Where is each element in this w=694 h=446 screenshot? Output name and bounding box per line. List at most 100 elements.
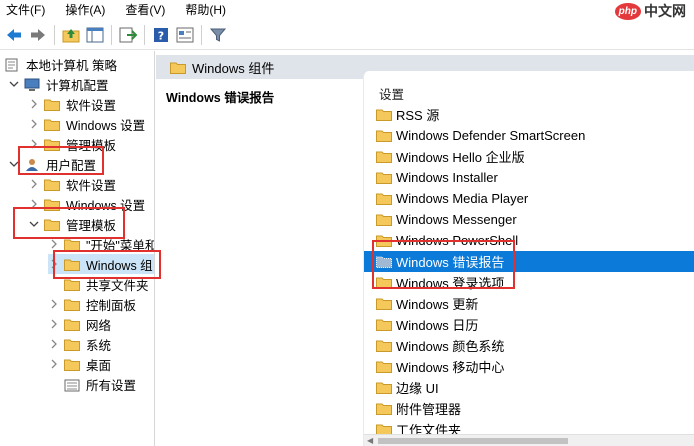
tree-item[interactable]: 本地计算机 策略: [4, 54, 117, 74]
column-header-setting[interactable]: 设置: [379, 84, 404, 103]
folder-icon: [64, 278, 80, 291]
folder-icon: [376, 213, 392, 226]
highlight-windows-error-reporting: [372, 240, 515, 289]
tree-item-label: 软件设置: [66, 178, 117, 193]
folder-icon: [170, 61, 186, 74]
list-item-label: Windows Installer: [396, 170, 498, 185]
menu-bar: 文件(F) 操作(A) 查看(V) 帮助(H) php 中文网: [0, 0, 694, 20]
chevron-right-icon[interactable]: [48, 338, 60, 350]
toolbar: ?: [0, 20, 694, 50]
export-list-icon[interactable]: [118, 25, 138, 45]
tree-item[interactable]: 所有设置: [48, 374, 136, 394]
computer-icon: [24, 78, 40, 91]
tree-item-label: 系统: [86, 338, 112, 353]
chevron-down-icon[interactable]: [8, 78, 20, 90]
tree-item[interactable]: 计算机配置: [8, 74, 109, 94]
menu-file[interactable]: 文件(F): [6, 0, 45, 20]
chevron-right-icon[interactable]: [28, 178, 40, 190]
forward-arrow-icon[interactable]: [28, 25, 48, 45]
menu-view[interactable]: 查看(V): [125, 0, 165, 20]
highlight-user-config: [18, 146, 104, 175]
chevron-right-icon[interactable]: [48, 238, 60, 250]
tree-item-label: Windows 设置: [66, 118, 146, 133]
logo-text: 中文网: [644, 3, 686, 19]
folder-icon: [376, 297, 392, 310]
scrollbar-thumb[interactable]: [378, 438, 568, 444]
svg-text:?: ?: [158, 29, 164, 42]
list-item-label: Windows Messenger: [396, 212, 517, 227]
list-item[interactable]: Windows Hello 企业版: [364, 146, 694, 167]
folder-icon: [44, 178, 60, 191]
tree-item[interactable]: 控制面板: [48, 294, 136, 314]
show-hide-tree-icon[interactable]: [85, 25, 105, 45]
folder-icon: [376, 339, 392, 352]
back-arrow-icon[interactable]: [4, 25, 24, 45]
tree-item[interactable]: 软件设置: [28, 174, 116, 194]
policy-icon: [4, 58, 20, 71]
tree-item[interactable]: 桌面: [48, 354, 111, 374]
tree-item[interactable]: 软件设置: [28, 94, 116, 114]
up-folder-icon[interactable]: [61, 25, 81, 45]
chevron-right-icon[interactable]: [48, 318, 60, 330]
list-item-label: RSS 源: [396, 108, 440, 123]
tree-item[interactable]: Windows 设置: [28, 114, 145, 134]
toolbar-separator: [144, 24, 145, 45]
list-item-label: 边缘 UI: [396, 381, 439, 396]
toolbar-separator: [201, 24, 202, 45]
folder-icon: [44, 98, 60, 111]
list-item-label: Windows Hello 企业版: [396, 150, 525, 165]
list-item-label: Windows Media Player: [396, 191, 529, 206]
list-item[interactable]: Windows 更新: [364, 293, 694, 314]
folder-icon: [376, 402, 392, 415]
folder-icon: [376, 150, 392, 163]
list-item[interactable]: Windows Messenger: [364, 209, 694, 230]
php-logo: php 中文网: [614, 1, 686, 21]
scroll-left-icon[interactable]: ◀: [367, 436, 373, 445]
list-item[interactable]: Windows Defender SmartScreen: [364, 125, 694, 146]
list-item[interactable]: 边缘 UI: [364, 377, 694, 398]
chevron-right-icon[interactable]: [48, 298, 60, 310]
list-item-label: Windows Defender SmartScreen: [396, 128, 586, 143]
list-item[interactable]: Windows 颜色系统: [364, 335, 694, 356]
menu-action[interactable]: 操作(A): [65, 0, 105, 20]
chevron-placeholder: [48, 278, 60, 290]
list-item[interactable]: Windows 日历: [364, 314, 694, 335]
highlight-admin-templates: [13, 207, 125, 239]
tree-item-label: 所有设置: [86, 378, 137, 393]
list-item-label: 附件管理器: [396, 402, 462, 417]
tree-item[interactable]: 系统: [48, 334, 111, 354]
filter-icon[interactable]: [208, 25, 228, 45]
chevron-right-icon[interactable]: [28, 98, 40, 110]
chevron-right-icon[interactable]: [28, 118, 40, 130]
list-item-label: Windows 日历: [396, 318, 479, 333]
list-item-label: Windows 移动中心: [396, 360, 505, 375]
folder-icon: [64, 238, 80, 251]
chevron-placeholder: [48, 378, 60, 390]
folder-icon: [64, 298, 80, 311]
list-item[interactable]: Windows Media Player: [364, 188, 694, 209]
tree-item-label: 本地计算机 策略: [26, 58, 117, 73]
list-item[interactable]: RSS 源: [364, 104, 694, 125]
menu-help[interactable]: 帮助(H): [185, 0, 226, 20]
folder-icon: [376, 129, 392, 142]
tree-item-label: 计算机配置: [46, 78, 109, 93]
folder-icon: [376, 192, 392, 205]
folder-icon: [376, 318, 392, 331]
toolbar-separator: [111, 24, 112, 45]
help-icon[interactable]: ?: [151, 25, 171, 45]
tree-item[interactable]: 网络: [48, 314, 111, 334]
list-item[interactable]: Windows Installer: [364, 167, 694, 188]
logo-badge: php: [614, 2, 641, 20]
policy-tree: 本地计算机 策略 计算机配置 软件设置 Windows 设置 管理模板 用户配置 软件设置 W…: [0, 51, 155, 446]
folder-icon: [64, 358, 80, 371]
list-item[interactable]: Windows 移动中心: [364, 356, 694, 377]
tree-item-label: 桌面: [86, 358, 112, 373]
list-item-label: Windows 颜色系统: [396, 339, 505, 354]
properties-icon[interactable]: [175, 25, 195, 45]
list-item[interactable]: 附件管理器: [364, 398, 694, 419]
pane-header-title: Windows 组件: [192, 60, 275, 76]
tree-item-label: 控制面板: [86, 298, 137, 313]
horizontal-scrollbar[interactable]: ◀: [364, 434, 694, 446]
chevron-right-icon[interactable]: [48, 358, 60, 370]
settings-list-icon: [64, 378, 80, 391]
